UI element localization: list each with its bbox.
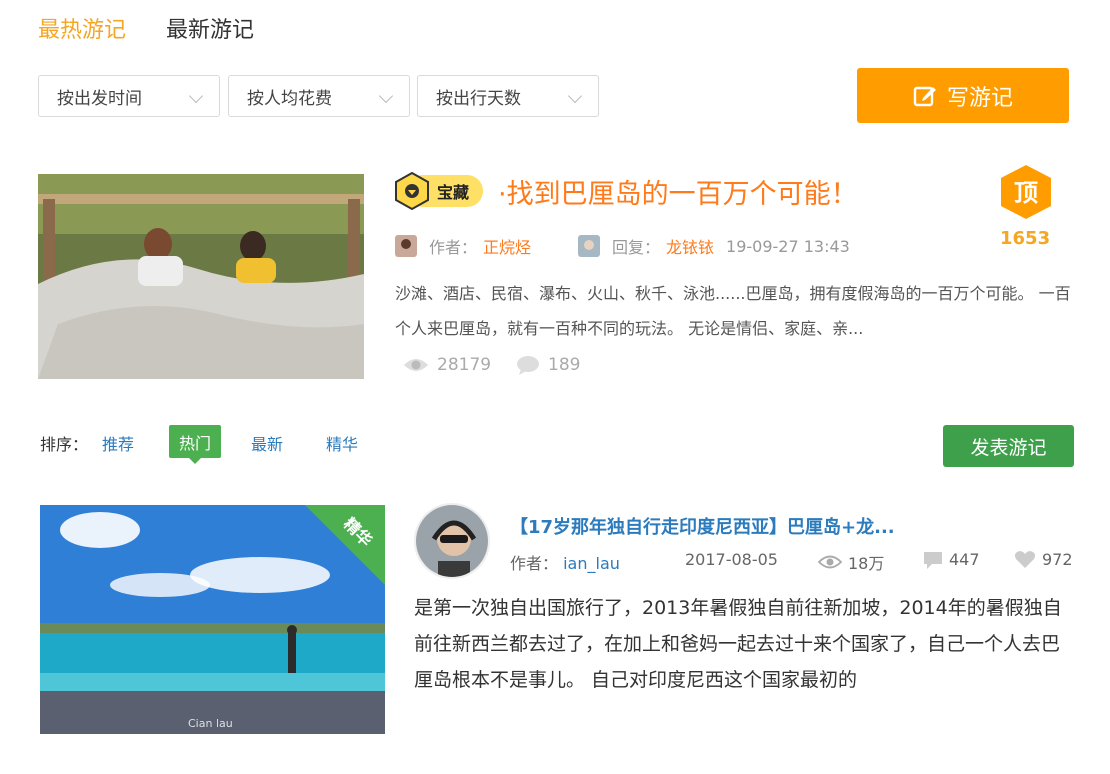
likes-stat[interactable]: 972 [1014,550,1073,569]
filter-label: 按出发时间 [57,88,142,109]
edit-icon [913,86,936,106]
article-summary: 沙滩、酒店、民宿、瀑布、火山、秋千、泳池......巴厘岛，拥有度假海岛的一百万… [395,284,1071,338]
reply-time: 19-09-27 13:43 [726,236,850,256]
chevron-down-icon [567,88,583,104]
views-count: 28179 [437,355,492,375]
likes-count: 972 [1042,550,1073,569]
sort-featured[interactable]: 精华 [326,431,358,455]
top-vote-button[interactable]: 顶 [998,164,1054,220]
replier-name[interactable]: 龙铱铱 [666,234,714,258]
article-photo-bed[interactable] [38,174,364,379]
article-title[interactable]: 【17岁那年独自行走印度尼西亚】巴厘岛+龙... [510,513,895,539]
top-vote-label: 顶 [1014,179,1038,207]
write-travelogue-button[interactable]: 写游记 [857,68,1069,123]
treasure-badge: 宝藏 [395,172,484,210]
reply-label: 回复： [612,238,661,257]
article-title[interactable]: ·找到巴厘岛的一百万个可能！ [498,172,858,211]
chevron-down-icon [188,88,204,104]
article-meta: 作者： 正烷烃 [395,234,531,258]
sort-label: 排序： [40,435,89,454]
author-avatar[interactable] [395,235,417,257]
heart-icon [1014,551,1036,568]
filter-label: 按出行天数 [436,88,521,109]
comments-stat: 189 [516,355,580,375]
comment-bubble-icon [517,356,539,375]
author-name[interactable]: ian_lau [563,554,620,573]
tab-latest-travelogues[interactable]: 最新游记 [166,12,254,44]
filter-label: 按人均花费 [247,88,332,109]
views-count: 18万 [848,554,885,573]
filter-per-capita-cost[interactable]: 按人均花费 [228,75,410,117]
eye-icon [818,555,842,569]
publish-date: 2017-08-05 [685,550,778,569]
reply-meta: 回复： 龙铱铱 19-09-27 13:43 [578,234,850,258]
filter-departure-time[interactable]: 按出发时间 [38,75,220,117]
sort-hot[interactable]: 热门 [169,425,221,464]
sort-hot-label: 热门 [178,433,211,453]
treasure-hex-icon [395,172,429,210]
comment-icon [924,551,942,569]
tab-hot-travelogues[interactable]: 最热游记 [38,12,126,44]
author-label: 作者： [429,238,478,257]
chevron-down-icon [378,88,394,104]
views-stat: 18万 [818,550,884,574]
views-stat: 28179 [403,355,491,375]
publish-travelogue-button[interactable]: 发表游记 [943,425,1074,467]
sort-recommend[interactable]: 推荐 [102,431,134,455]
comments-stat: 447 [923,550,980,569]
filter-trip-days[interactable]: 按出行天数 [417,75,599,117]
comments-count: 189 [548,355,581,375]
article-photo-beach[interactable]: 精华 Cian lau [40,505,385,734]
write-button-label: 写游记 [946,85,1013,111]
sort-latest[interactable]: 最新 [251,431,283,455]
author-avatar[interactable] [414,503,490,579]
photo-watermark: Cian lau [188,717,233,730]
top-vote-count: 1653 [1000,228,1051,249]
eye-icon [404,359,428,371]
comments-count: 447 [949,550,980,569]
author-meta: 作者： ian_lau [510,550,620,574]
author-label: 作者： [510,554,559,573]
author-name[interactable]: 正烷烃 [483,234,531,258]
article-summary: 是第一次独自出国旅行了，2013年暑假独自前往新加坡，2014年的暑假独自前往新… [414,597,1062,691]
replier-avatar[interactable] [578,235,600,257]
